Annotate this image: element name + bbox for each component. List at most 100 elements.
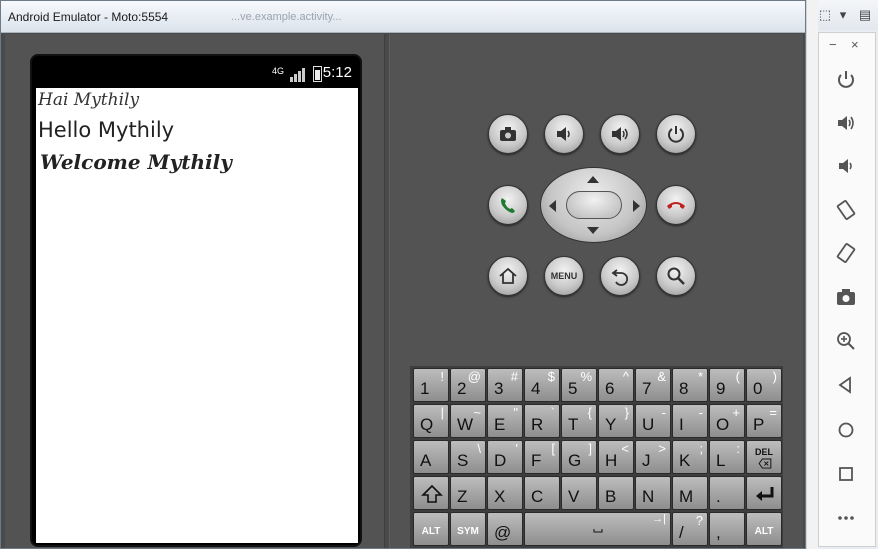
key-u[interactable]: U- xyxy=(635,404,671,438)
power-icon xyxy=(838,71,854,88)
key-k[interactable]: K; xyxy=(672,440,708,474)
key-del[interactable]: DEL xyxy=(746,440,782,474)
panel-divider xyxy=(384,34,390,548)
text-welcome: Welcome Mythily xyxy=(40,150,232,174)
key-alt-left[interactable]: ALT xyxy=(413,512,449,546)
key-d[interactable]: D ' xyxy=(487,440,523,474)
key-g[interactable]: G] xyxy=(561,440,597,474)
tb-overview-button[interactable] xyxy=(831,459,861,489)
dpad-down-icon[interactable] xyxy=(587,227,599,234)
search-icon xyxy=(667,267,685,285)
dpad[interactable] xyxy=(540,167,647,243)
back-button[interactable] xyxy=(600,256,640,296)
text-hello: Hello Mythily xyxy=(38,118,175,142)
key-o[interactable]: O + xyxy=(709,404,745,438)
key-at[interactable]: @ xyxy=(487,512,523,546)
tb-screenshot-button[interactable] xyxy=(831,282,861,312)
tb-home-button[interactable] xyxy=(831,415,861,445)
key-m[interactable]: M xyxy=(672,476,708,510)
tb-back-button[interactable] xyxy=(831,370,861,400)
key-1[interactable]: 1! xyxy=(413,368,449,402)
key-5[interactable]: 5% xyxy=(561,368,597,402)
key-y[interactable]: Y} xyxy=(598,404,634,438)
more-icon xyxy=(838,516,854,520)
key-enter[interactable] xyxy=(746,476,782,510)
camera-icon xyxy=(837,289,855,305)
volume-down-icon xyxy=(839,159,852,173)
tab-arrow-icon: →| xyxy=(652,513,666,525)
clock: 5:12 xyxy=(322,64,352,81)
key-slash[interactable]: /? xyxy=(672,512,708,546)
home-button[interactable] xyxy=(488,256,528,296)
menu-label: MENU xyxy=(550,271,578,281)
tb-volume-down-button[interactable] xyxy=(831,151,861,181)
window-title: Android Emulator - Moto:5554 xyxy=(8,10,169,24)
power-icon xyxy=(668,126,684,143)
key-3[interactable]: 3 # xyxy=(487,368,523,402)
key-h[interactable]: H < xyxy=(598,440,634,474)
key-b[interactable]: B xyxy=(598,476,634,510)
key-space[interactable]: →| xyxy=(524,512,671,546)
key-w[interactable]: W ~ xyxy=(450,404,486,438)
key-p[interactable]: P = xyxy=(746,404,782,438)
back-icon xyxy=(611,269,629,286)
key-n[interactable]: N xyxy=(635,476,671,510)
close-button[interactable]: × xyxy=(851,37,859,52)
enter-icon xyxy=(756,487,774,501)
home-icon xyxy=(838,422,854,438)
tb-volume-up-button[interactable] xyxy=(831,108,861,138)
key-q[interactable]: Q | xyxy=(413,404,449,438)
key-x[interactable]: X xyxy=(487,476,523,510)
key-i[interactable]: I- xyxy=(672,404,708,438)
dpad-right-icon[interactable] xyxy=(633,200,640,212)
overview-icon xyxy=(839,467,853,481)
key-sym[interactable]: SYM xyxy=(450,512,486,546)
volume-down-button[interactable] xyxy=(544,114,584,154)
key-v[interactable]: V xyxy=(561,476,597,510)
key-7[interactable]: 7 & xyxy=(635,368,671,402)
tb-rotate-right-button[interactable] xyxy=(831,238,861,268)
app-screen[interactable]: Hai Mythily Hello Mythily Welcome Mythil… xyxy=(36,88,358,543)
tb-zoom-button[interactable] xyxy=(831,326,861,356)
camera-button[interactable] xyxy=(488,114,528,154)
key-l[interactable]: L: xyxy=(709,440,745,474)
network-label: 4G xyxy=(271,66,284,76)
key-z[interactable]: Z xyxy=(450,476,486,510)
call-button[interactable] xyxy=(488,185,528,225)
key-shift[interactable] xyxy=(413,476,449,510)
volume-up-button[interactable] xyxy=(600,114,640,154)
power-button[interactable] xyxy=(656,114,696,154)
dpad-left-icon[interactable] xyxy=(549,200,556,212)
key-f[interactable]: F[ xyxy=(524,440,560,474)
key-a[interactable]: A xyxy=(413,440,449,474)
tb-power-button[interactable] xyxy=(831,65,861,95)
search-button[interactable] xyxy=(656,256,696,296)
volume-up-icon xyxy=(612,127,628,141)
emulator-window: Android Emulator - Moto:5554 ...ve.examp… xyxy=(0,0,806,549)
ide-dropdown-button[interactable]: ▾ xyxy=(832,6,854,24)
key-4[interactable]: 4 $ xyxy=(524,368,560,402)
menu-button[interactable]: MENU xyxy=(544,256,584,296)
key-2[interactable]: 2 @ xyxy=(450,368,486,402)
title-bar[interactable]: Android Emulator - Moto:5554 ...ve.examp… xyxy=(1,1,805,33)
key-0[interactable]: 0) xyxy=(746,368,782,402)
dpad-center-button[interactable] xyxy=(566,191,622,219)
key-alt-right[interactable]: ALT xyxy=(746,512,782,546)
tb-rotate-left-button[interactable] xyxy=(831,195,861,225)
key-9[interactable]: 9( xyxy=(709,368,745,402)
key-period[interactable]: . xyxy=(709,476,745,510)
key-t[interactable]: T{ xyxy=(561,404,597,438)
key-8[interactable]: 8 * xyxy=(672,368,708,402)
key-c[interactable]: C xyxy=(524,476,560,510)
key-comma[interactable]: , xyxy=(709,512,745,546)
key-e[interactable]: E " xyxy=(487,404,523,438)
ide-perspective-button[interactable]: ▤ xyxy=(854,6,876,24)
key-6[interactable]: 6 ^ xyxy=(598,368,634,402)
key-r[interactable]: R ` xyxy=(524,404,560,438)
key-s[interactable]: S \ xyxy=(450,440,486,474)
key-j[interactable]: J > xyxy=(635,440,671,474)
dpad-up-icon[interactable] xyxy=(587,176,599,183)
minimize-button[interactable]: − xyxy=(829,37,837,52)
end-call-button[interactable] xyxy=(656,185,696,225)
tb-more-button[interactable] xyxy=(831,503,861,533)
